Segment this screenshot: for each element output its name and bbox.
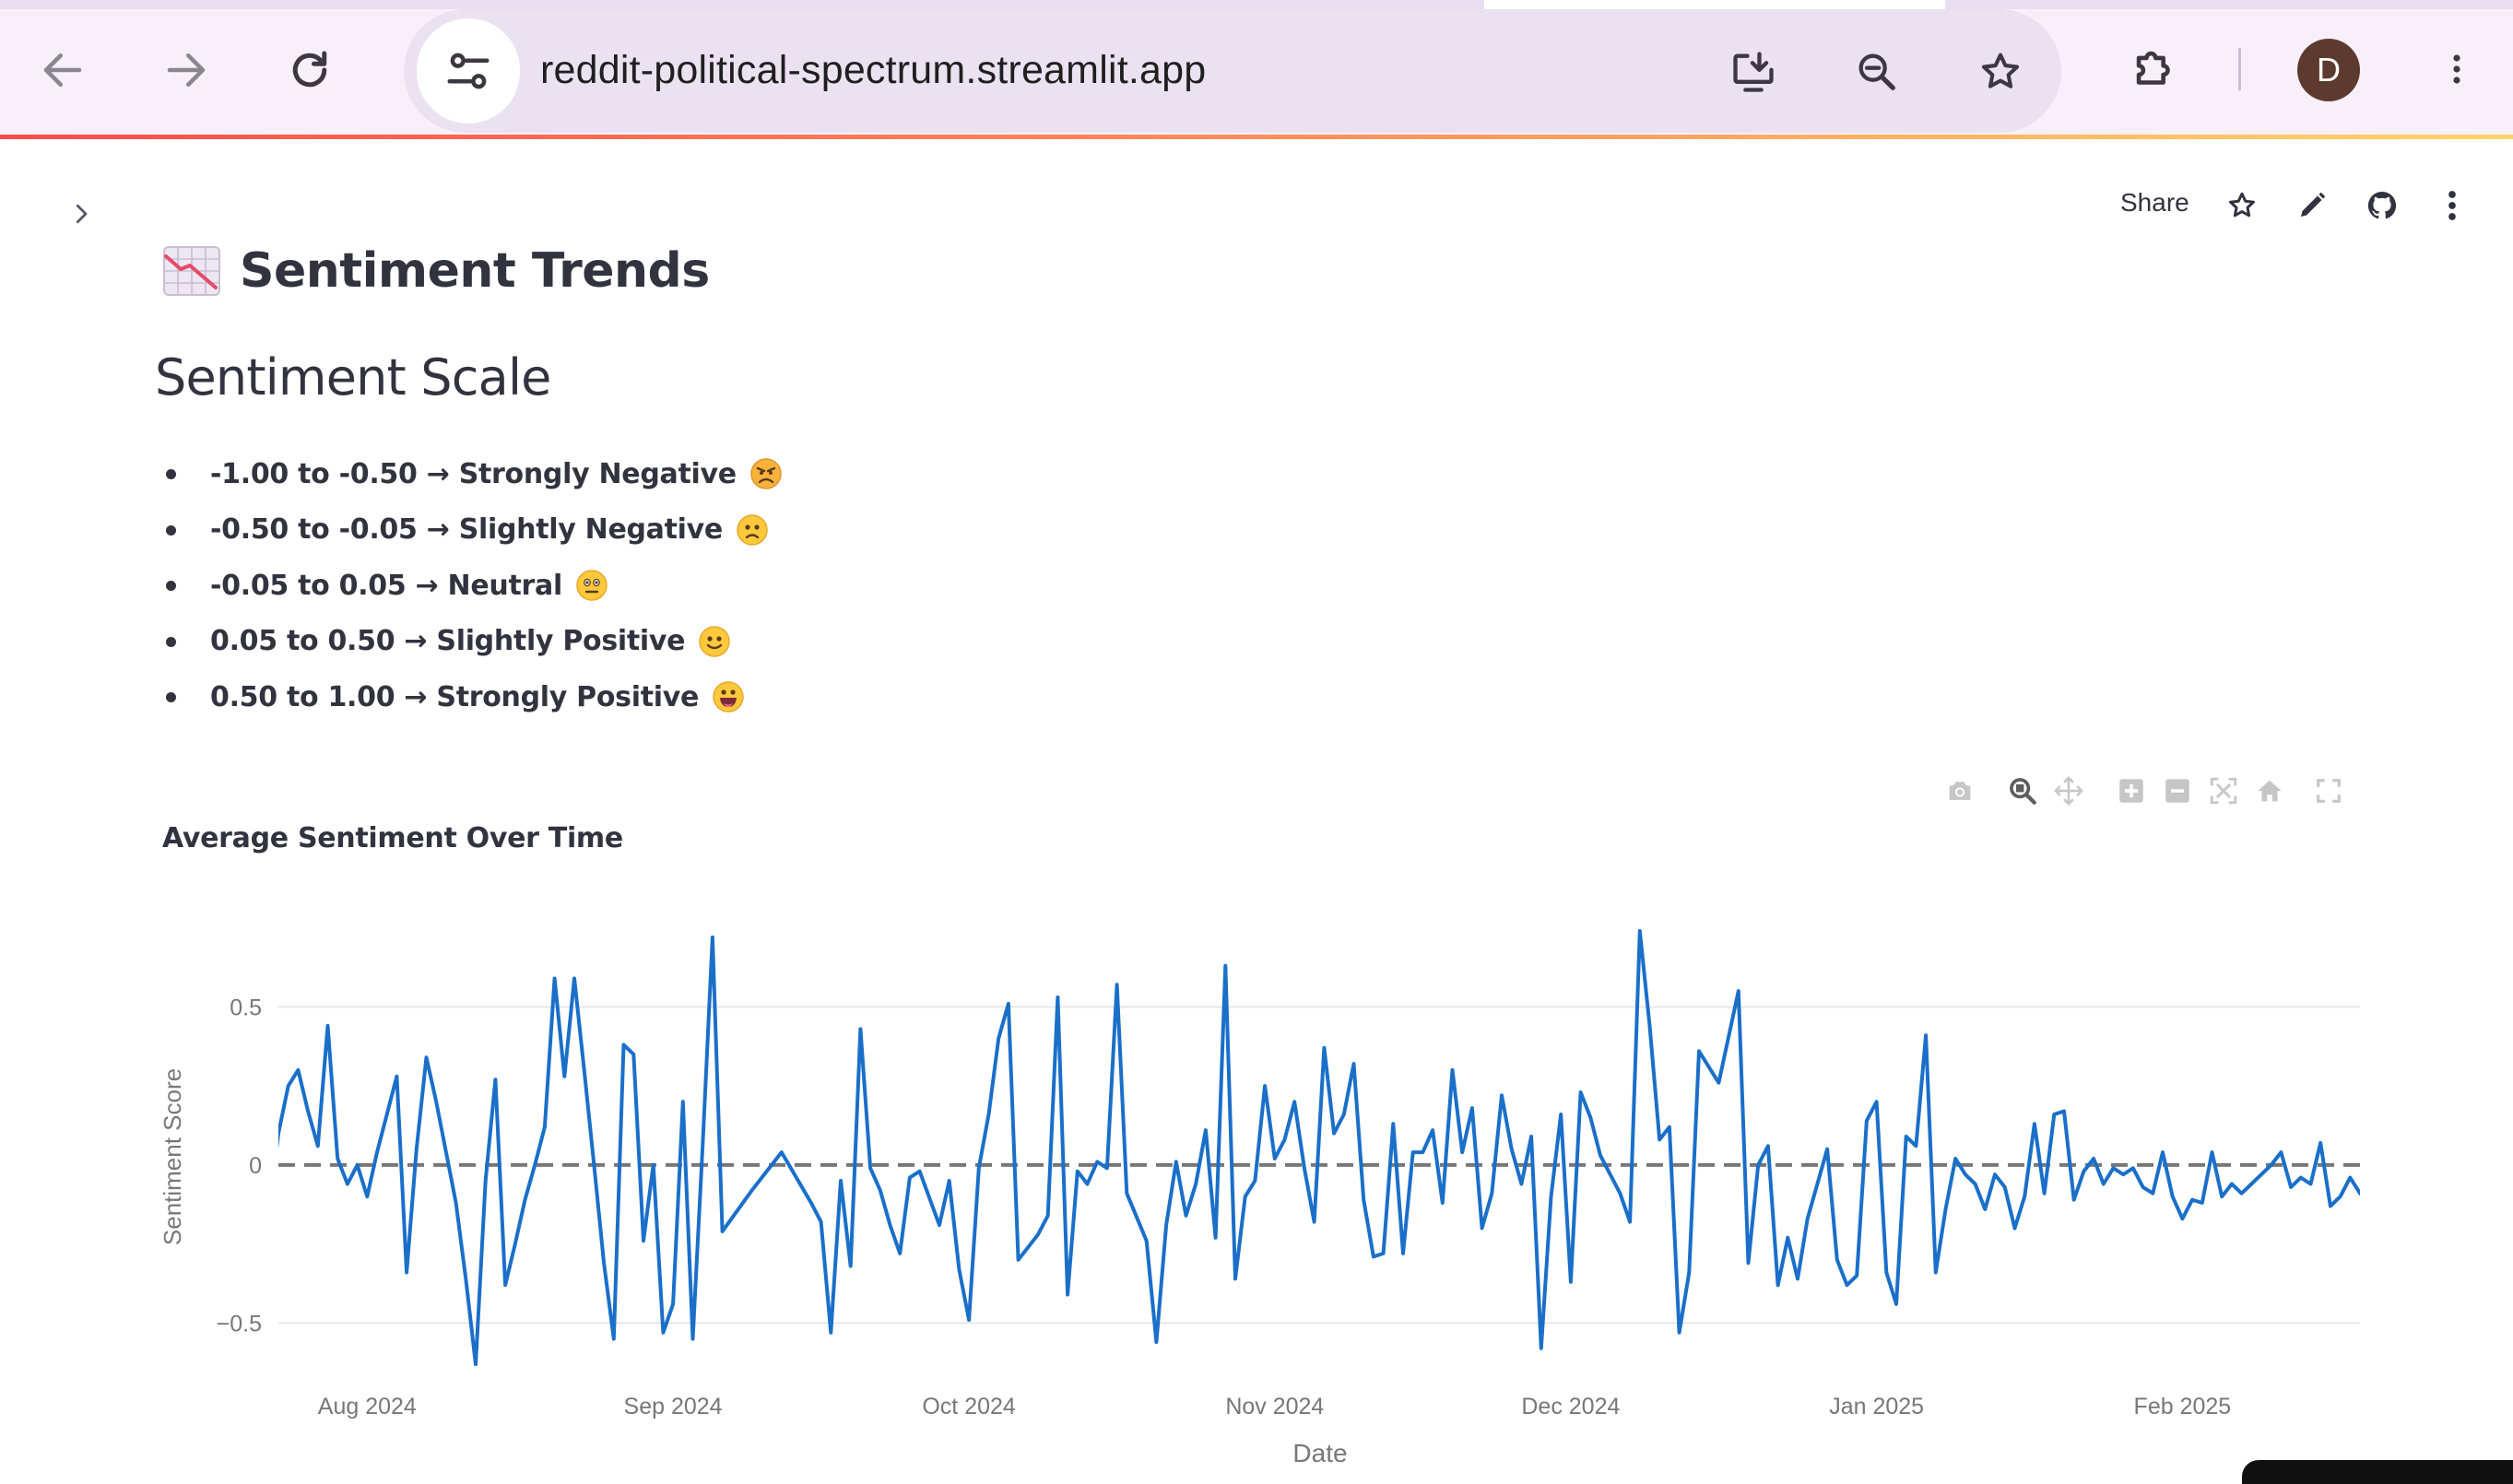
- x-tick-label: Sep 2024: [624, 1394, 723, 1419]
- autoscale-button[interactable]: [2203, 771, 2244, 811]
- profile-avatar[interactable]: D: [2297, 39, 2360, 101]
- sentiment-scale-list: -1.00 to -0.50 → Strongly Negative -0.50…: [162, 446, 783, 725]
- autoscale-icon: [2210, 777, 2237, 805]
- zoom-tool-button[interactable]: [2002, 771, 2043, 811]
- zoom-in-button[interactable]: [2111, 771, 2152, 811]
- y-axis-ticks: 0.5 0 −0.5: [217, 995, 262, 1337]
- edit-app-button[interactable]: [2289, 183, 2335, 229]
- scale-item-label: -1.00 to -0.50 → Strongly Negative: [210, 457, 737, 490]
- install-app-icon: [1733, 52, 1774, 92]
- toolbar-divider: [2238, 48, 2241, 90]
- list-item: -1.00 to -0.50 → Strongly Negative: [162, 446, 783, 502]
- browser-menu-button[interactable]: [2434, 37, 2480, 101]
- list-item: 0.05 to 0.50 → Slightly Positive: [162, 614, 783, 670]
- bullet-dot: [166, 636, 176, 647]
- page-title: Sentiment Trends: [162, 236, 710, 306]
- extensions-button[interactable]: [2122, 37, 2187, 101]
- x-tick-label: Dec 2024: [1521, 1394, 1620, 1419]
- app-menu-button[interactable]: [2429, 183, 2475, 229]
- arrow-left-icon: [43, 53, 82, 87]
- sentiment-line-chart: 0.5 0 −0.5 Aug 2024 Sep 2024 Oct 2024 Nov 202…: [159, 929, 2360, 1467]
- x-tick-label: Jan 2025: [1829, 1394, 1924, 1419]
- page-title-text: Sentiment Trends: [240, 243, 710, 299]
- app-decoration-bar: [0, 135, 2513, 139]
- y-tick-label: −0.5: [217, 1311, 262, 1337]
- y-axis-label: Sentiment Score: [159, 1068, 186, 1245]
- chart-title: Average Sentiment Over Time: [162, 822, 623, 854]
- chart-decreasing-icon: [163, 246, 220, 296]
- section-heading: Sentiment Scale: [155, 348, 551, 406]
- github-button[interactable]: [2359, 183, 2405, 229]
- active-tab[interactable]: [1484, 0, 1945, 9]
- overlay-popup-edge: [2242, 1460, 2513, 1484]
- zoom-button[interactable]: [1847, 42, 1906, 101]
- x-tick-label: Aug 2024: [318, 1394, 417, 1419]
- download-png-button[interactable]: [1940, 771, 1980, 811]
- github-icon: [2367, 191, 2397, 219]
- gridlines: [278, 1006, 2360, 1325]
- url-text[interactable]: reddit-political-spectrum.streamlit.app: [540, 48, 1206, 93]
- bullet-dot: [166, 524, 176, 536]
- angry-face-icon: [750, 458, 782, 489]
- x-tick-label: Feb 2025: [2134, 1394, 2232, 1419]
- reload-icon: [292, 51, 327, 88]
- tab-strip: [0, 0, 2513, 9]
- move-icon: [2054, 776, 2083, 806]
- home-icon: [2258, 780, 2282, 802]
- list-item: 0.50 to 1.00 → Strongly Positive: [162, 669, 783, 725]
- scale-item-label: -0.05 to 0.05 → Neutral: [210, 569, 562, 602]
- bullet-dot: [166, 581, 176, 591]
- pan-tool-button[interactable]: [2048, 771, 2089, 811]
- scale-item-label: 0.50 to 1.00 → Strongly Positive: [210, 680, 700, 713]
- puzzle-icon: [2136, 51, 2170, 85]
- fullscreen-button[interactable]: [2308, 771, 2349, 811]
- share-button[interactable]: Share: [2120, 188, 2189, 218]
- slightly-smiling-face-icon: [699, 626, 730, 657]
- chevron-right-icon: [76, 204, 88, 224]
- minus-square-icon: [2165, 779, 2189, 803]
- list-item: -0.05 to 0.05 → Neutral: [162, 558, 783, 614]
- grinning-face-icon: [713, 681, 744, 713]
- more-vertical-icon: [2453, 54, 2460, 84]
- zoom-out-icon: [1858, 53, 1895, 90]
- x-axis-ticks: Aug 2024 Sep 2024 Oct 2024 Nov 2024 Dec 2024…: [318, 1394, 2231, 1419]
- x-tick-label: Nov 2024: [1225, 1394, 1324, 1419]
- scale-item-label: 0.05 to 0.50 → Slightly Positive: [210, 625, 686, 658]
- bullet-dot: [166, 692, 176, 702]
- sidebar-expand-button[interactable]: [61, 194, 101, 234]
- plus-square-icon: [2119, 779, 2143, 803]
- favorite-app-button[interactable]: [2219, 183, 2265, 229]
- y-tick-label: 0: [249, 1153, 262, 1179]
- series-line: [278, 929, 2360, 1366]
- browser-chrome: reddit-political-spectrum.streamlit.app: [0, 0, 2513, 138]
- fullscreen-icon: [2317, 779, 2341, 803]
- forward-button[interactable]: [149, 33, 223, 107]
- site-info-button[interactable]: [417, 18, 520, 124]
- star-icon: [2229, 192, 2255, 218]
- bookmark-button[interactable]: [1971, 42, 2030, 101]
- x-axis-label: Date: [1292, 1439, 1347, 1467]
- reload-button[interactable]: [273, 33, 347, 107]
- arrow-right-icon: [167, 53, 206, 87]
- y-tick-label: 0.5: [230, 995, 262, 1020]
- camera-icon: [1949, 782, 1971, 800]
- slightly-frowning-face-icon: [737, 514, 768, 546]
- pencil-icon: [2301, 192, 2326, 217]
- scale-item-label: -0.50 to -0.05 → Slightly Negative: [210, 513, 723, 547]
- neutral-face-icon: [576, 570, 608, 601]
- list-item: -0.50 to -0.05 → Slightly Negative: [162, 502, 783, 559]
- zoom-out-button[interactable]: [2157, 771, 2198, 811]
- address-bar[interactable]: reddit-political-spectrum.streamlit.app: [404, 9, 2061, 133]
- bullet-dot: [166, 469, 176, 479]
- tune-icon: [447, 53, 490, 89]
- star-icon: [1981, 53, 2020, 88]
- reset-axes-button[interactable]: [2249, 771, 2290, 811]
- back-button[interactable]: [26, 33, 100, 107]
- zoom-icon: [2010, 778, 2036, 805]
- x-tick-label: Oct 2024: [922, 1394, 1016, 1419]
- more-vertical-icon: [2448, 191, 2456, 220]
- install-app-button[interactable]: [1724, 42, 1783, 101]
